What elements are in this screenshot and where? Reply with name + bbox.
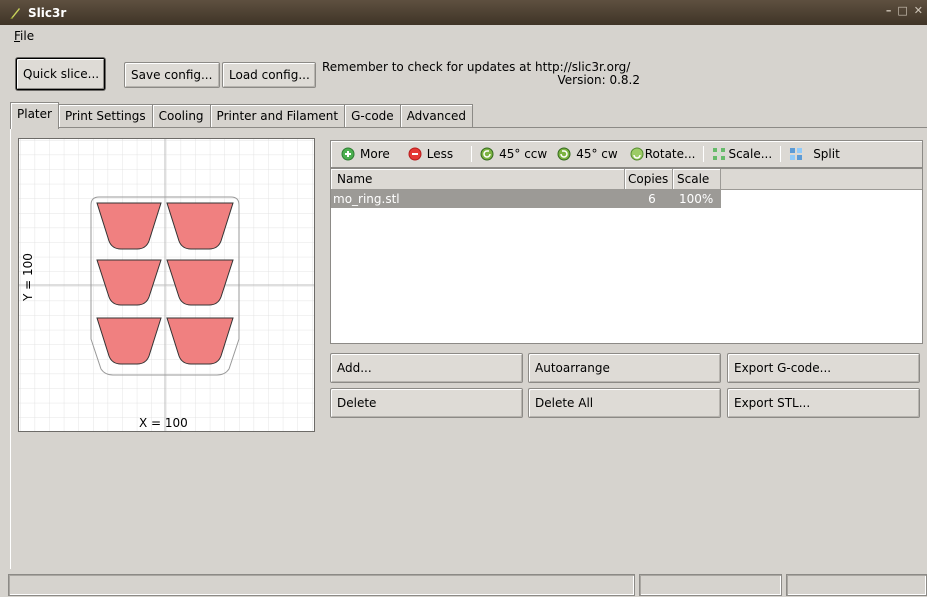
maximize-icon[interactable]: □ bbox=[897, 4, 907, 17]
split-icon bbox=[790, 148, 803, 160]
scale-icon bbox=[713, 148, 726, 160]
less-label: Less bbox=[426, 147, 454, 161]
object-copies-cell: 6 bbox=[648, 192, 656, 206]
delete-button[interactable]: Delete bbox=[330, 388, 523, 418]
load-config-button[interactable]: Load config... bbox=[222, 62, 316, 88]
scale-tool[interactable]: Scale... bbox=[712, 147, 772, 161]
rotate-cw-tool[interactable]: 45° cw bbox=[557, 147, 618, 161]
toolbar-separator bbox=[780, 146, 782, 162]
save-config-button[interactable]: Save config... bbox=[124, 62, 220, 88]
more-tool[interactable]: More bbox=[341, 147, 390, 161]
column-header-copies[interactable]: Copies bbox=[625, 169, 673, 189]
tab-cooling[interactable]: Cooling bbox=[151, 104, 211, 127]
menu-bar: File bbox=[0, 25, 927, 47]
window-controls: – □ ✕ bbox=[886, 4, 923, 17]
object-list[interactable]: Name Copies Scale mo_ring.stl 6 100% bbox=[330, 168, 923, 344]
plus-icon bbox=[341, 147, 355, 161]
rotate-icon bbox=[630, 147, 644, 161]
rotate-cw-label: 45° cw bbox=[576, 147, 618, 161]
menu-file-label: ile bbox=[20, 29, 35, 43]
rotate-ccw-tool[interactable]: 45° ccw bbox=[480, 147, 547, 161]
plater-toolbar: More Less 45° ccw 45° cw Rotate... Scale… bbox=[330, 140, 923, 168]
export-stl-button[interactable]: Export STL... bbox=[727, 388, 920, 418]
split-label: Split bbox=[813, 147, 840, 161]
add-button[interactable]: Add... bbox=[330, 353, 523, 383]
x-axis-label: X = 100 bbox=[139, 416, 188, 430]
toolbar-separator bbox=[471, 146, 473, 162]
close-icon[interactable]: ✕ bbox=[914, 4, 923, 17]
rotate-label: Rotate... bbox=[644, 147, 696, 161]
plater-canvas[interactable]: X = 100 Y = 100 bbox=[18, 138, 315, 432]
column-header-name[interactable]: Name bbox=[331, 169, 625, 189]
split-tool[interactable]: Split bbox=[789, 147, 840, 161]
object-list-header: Name Copies Scale bbox=[331, 169, 922, 190]
minimize-icon[interactable]: – bbox=[886, 4, 892, 17]
slic3r-logo-icon bbox=[10, 7, 20, 19]
version-label: Version: 0.8.2 bbox=[557, 73, 640, 87]
more-label: More bbox=[360, 147, 390, 161]
export-gcode-button[interactable]: Export G-code... bbox=[727, 353, 920, 383]
rotate-ccw-icon bbox=[480, 147, 494, 161]
bed-preview[interactable] bbox=[19, 139, 314, 431]
rotate-tool[interactable]: Rotate... bbox=[630, 147, 696, 161]
status-field-tertiary bbox=[786, 574, 927, 596]
status-bar bbox=[0, 574, 927, 597]
scale-label: Scale... bbox=[728, 147, 773, 161]
table-row[interactable]: mo_ring.stl 6 100% bbox=[331, 190, 721, 208]
object-name-cell: mo_ring.stl bbox=[333, 192, 400, 206]
menu-file[interactable]: File bbox=[14, 29, 34, 43]
delete-all-button[interactable]: Delete All bbox=[528, 388, 721, 418]
rotate-ccw-label: 45° ccw bbox=[499, 147, 548, 161]
status-field-secondary bbox=[639, 574, 782, 596]
less-tool[interactable]: Less bbox=[408, 147, 453, 161]
window-titlebar: Slic3r – □ ✕ bbox=[0, 0, 927, 25]
autoarrange-button[interactable]: Autoarrange bbox=[528, 353, 721, 383]
y-axis-label: Y = 100 bbox=[21, 253, 35, 301]
tab-print-settings[interactable]: Print Settings bbox=[57, 104, 153, 127]
update-notice: Remember to check for updates at http://… bbox=[322, 61, 640, 87]
toolbar-separator bbox=[703, 146, 705, 162]
window-title: Slic3r bbox=[28, 5, 67, 20]
status-field-main bbox=[8, 574, 635, 596]
object-scale-cell: 100% bbox=[679, 192, 714, 206]
column-header-scale[interactable]: Scale bbox=[673, 169, 721, 189]
tab-plater[interactable]: Plater bbox=[10, 102, 59, 129]
quick-slice-button[interactable]: Quick slice... bbox=[16, 58, 105, 90]
settings-tabs: Plater Print Settings Cooling Printer an… bbox=[10, 102, 473, 129]
tab-advanced[interactable]: Advanced bbox=[399, 104, 473, 127]
minus-icon bbox=[408, 147, 422, 161]
tab-g-code[interactable]: G-code bbox=[344, 104, 401, 127]
update-notice-text: Remember to check for updates at http://… bbox=[322, 60, 631, 74]
rotate-cw-icon bbox=[557, 147, 571, 161]
tab-printer-and-filament[interactable]: Printer and Filament bbox=[209, 104, 346, 127]
